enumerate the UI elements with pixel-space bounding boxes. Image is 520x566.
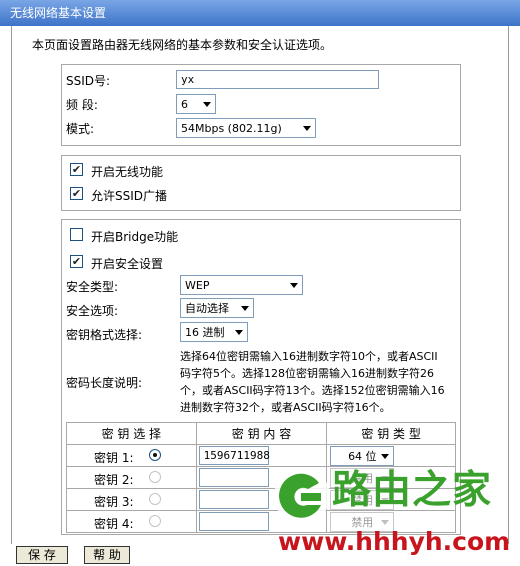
key-label: 密钥 2: (94, 473, 134, 487)
keys-table-header: 密 钥 选 择 密 钥 内 容 密 钥 类 型 (66, 422, 456, 445)
watermark-logo-icon (274, 468, 330, 524)
key-4-radio[interactable] (149, 515, 161, 527)
key-length-note-line-1: 选择64位密钥需输入16进制数字符10个，或者ASCII (180, 350, 438, 363)
key-type-cell: 64 位 (326, 444, 456, 467)
key-select-cell: 密钥 1: (66, 444, 197, 467)
security-option-label: 安全选项: (66, 304, 119, 318)
chevron-down-icon (203, 102, 211, 107)
help-button[interactable]: 帮 助 (84, 546, 130, 564)
security-option-value: 自动选择 (185, 302, 229, 315)
security-option-select[interactable]: 自动选择 (180, 298, 254, 318)
key-2-radio[interactable] (149, 471, 161, 483)
window-title: 无线网络基本设置 (0, 0, 520, 26)
key-select-cell: 密钥 4: (66, 510, 197, 533)
table-row: 密钥 1: 1596711988 64 位 (66, 444, 456, 467)
key-label: 密钥 4: (94, 517, 134, 531)
key-1-type-select[interactable]: 64 位 (330, 446, 395, 466)
key-content-cell: 1596711988 (195, 444, 328, 467)
enable-wireless-label: 开启无线功能 (91, 165, 164, 179)
key-label: 密钥 1: (94, 451, 134, 465)
key-length-note-line-2: 码字符5个。选择128位密钥需输入16进制数字符26 (180, 367, 434, 380)
enable-security-checkbox[interactable]: ✔ (70, 255, 83, 268)
mode-value: 54Mbps (802.11g) (181, 122, 282, 135)
security-type-select[interactable]: WEP (180, 275, 303, 295)
ssid-input[interactable]: yx (176, 70, 379, 89)
key-format-label: 密钥格式选择: (66, 328, 143, 342)
header-key-type: 密 钥 类 型 (326, 422, 456, 445)
chevron-down-icon (235, 330, 243, 335)
save-button[interactable]: 保 存 (16, 546, 68, 564)
chevron-down-icon (241, 306, 249, 311)
key-2-input[interactable] (198, 468, 269, 487)
key-format-value: 16 进制 (185, 326, 225, 339)
chevron-down-icon (381, 454, 390, 459)
channel-select[interactable]: 6 (176, 94, 216, 114)
broadcast-ssid-checkbox[interactable]: ✔ (70, 187, 83, 200)
key-select-cell: 密钥 3: (66, 488, 197, 511)
enable-security-label: 开启安全设置 (91, 257, 164, 271)
enable-wireless-checkbox[interactable]: ✔ (70, 163, 83, 176)
key-3-radio[interactable] (149, 493, 161, 505)
mode-select[interactable]: 54Mbps (802.11g) (176, 118, 316, 138)
intro-text: 本页面设置路由器无线网络的基本参数和安全认证选项。 (32, 38, 333, 52)
chevron-down-icon (303, 126, 311, 131)
key-label: 密钥 3: (94, 495, 134, 509)
key-length-label: 密码长度说明: (66, 376, 143, 390)
key-1-radio[interactable] (149, 449, 161, 461)
key-length-note-line-3: 个，或者ASCII码字符13个。选择152位密钥需输入16 (180, 384, 445, 397)
watermark-brand: 路由之家 (332, 468, 493, 513)
key-4-input[interactable] (198, 512, 269, 531)
bridge-label: 开启Bridge功能 (91, 230, 179, 244)
key-select-cell: 密钥 2: (66, 466, 197, 489)
key-1-type-value: 64 位 (348, 450, 377, 463)
header-key-select: 密 钥 选 择 (66, 422, 197, 445)
security-type-value: WEP (185, 279, 210, 292)
bridge-checkbox[interactable] (70, 228, 83, 241)
key-format-select[interactable]: 16 进制 (180, 322, 248, 342)
mode-label: 模式: (66, 122, 95, 136)
channel-label: 频 段: (66, 98, 98, 112)
broadcast-ssid-label: 允许SSID广播 (91, 189, 168, 203)
watermark-url: www.hhhyh.com (278, 527, 511, 556)
chevron-down-icon (290, 283, 298, 288)
key-1-input[interactable]: 1596711988 (198, 446, 270, 465)
security-type-label: 安全类型: (66, 280, 119, 294)
key-3-input[interactable] (198, 490, 269, 509)
key-length-note-line-4: 进制数字符32个，或者ASCII码字符16个。 (180, 401, 391, 414)
channel-value: 6 (181, 98, 188, 111)
header-key-content: 密 钥 内 容 (195, 422, 328, 445)
ssid-label: SSID号: (66, 74, 111, 88)
chevron-down-icon (381, 520, 390, 525)
